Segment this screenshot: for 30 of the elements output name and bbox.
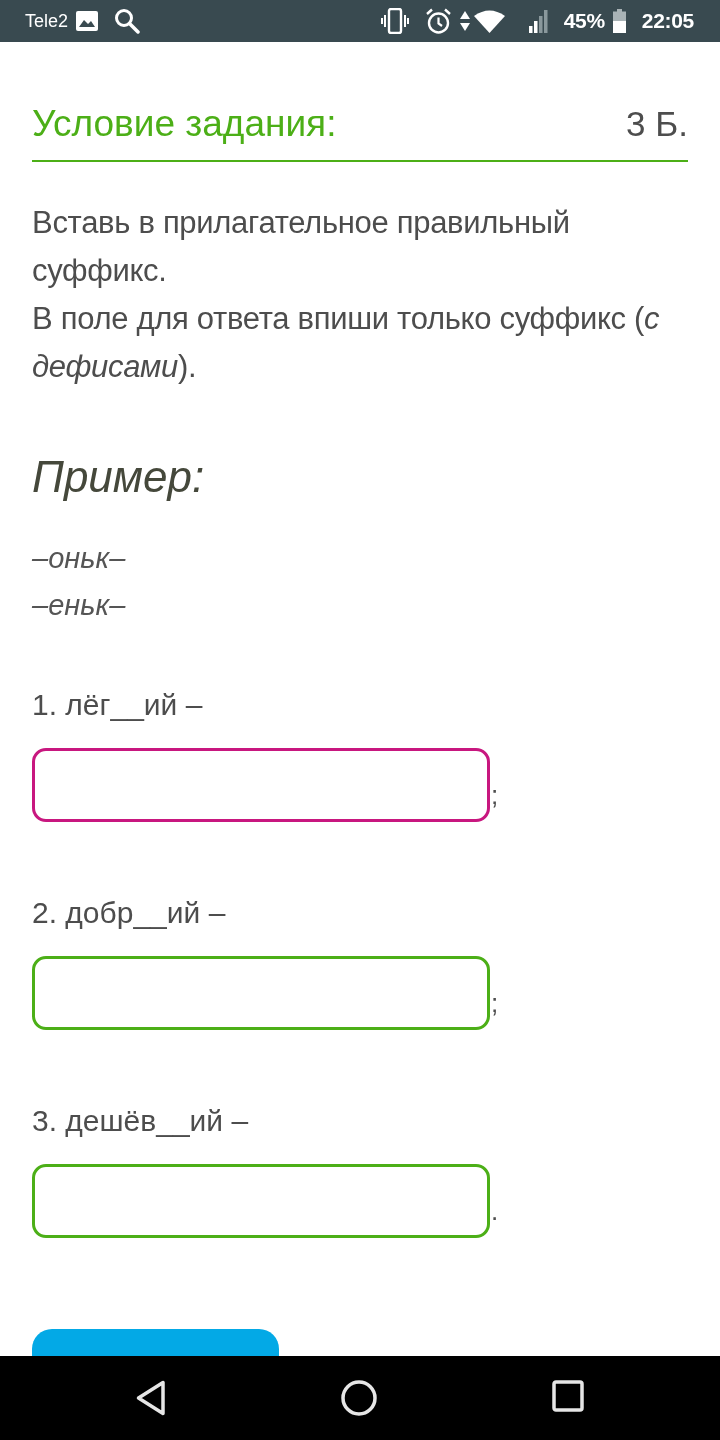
question-prompt: 3. дешёв__ий – [32,1103,250,1139]
punctuation-mark: ; [491,780,499,810]
example-suffix: –оньк– [32,541,127,576]
answer-field[interactable] [32,748,490,822]
back-icon[interactable] [135,1380,166,1416]
question-prompt: 2. добр__ий – [32,895,227,931]
carrier-name: Tele2 [25,9,69,33]
task-heading: Условие задания: [32,102,337,146]
answer-field[interactable] [32,956,490,1030]
clock-time: 22:05 [641,8,694,35]
alarm-icon [424,7,452,35]
question-prompt: 1. лёг__ий – [32,687,204,723]
search-icon [114,8,141,34]
punctuation-mark: . [491,1196,499,1226]
signal-icon [528,9,548,33]
vibrate-icon [380,8,409,34]
battery-icon [612,9,626,33]
instruction-text: В поле для ответа впиши только суффикс (с дефисами). [32,300,661,386]
instruction-text: Вставь в прилагательное правильный суффикс. [32,204,571,290]
battery-percent: 45% [563,8,605,35]
home-icon[interactable] [341,1380,377,1416]
points-value: 3 Б. [626,103,688,145]
wifi-icon [473,9,505,33]
recents-icon[interactable] [552,1380,585,1412]
punctuation-mark: ; [491,988,499,1018]
data-arrows-icon [459,10,470,32]
example-suffix: –еньк– [32,588,127,623]
image-icon [76,11,99,31]
example-heading: Пример: [32,451,206,503]
answer-field[interactable] [32,1164,490,1238]
